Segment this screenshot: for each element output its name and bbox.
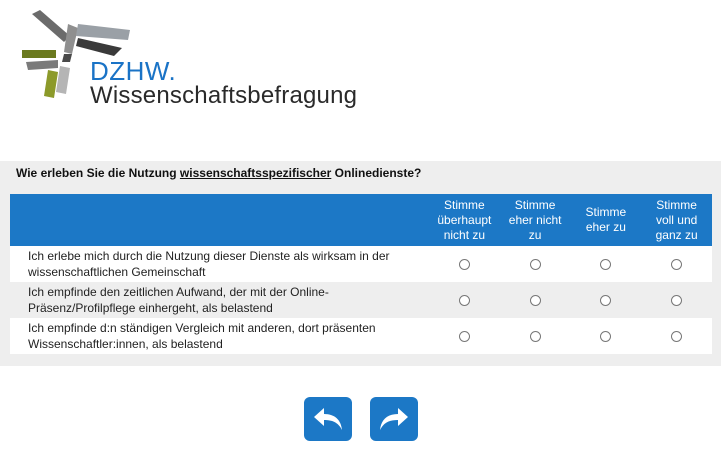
matrix-row: Ich erlebe mich durch die Nutzung dieser… (10, 246, 712, 282)
radio-button[interactable] (458, 330, 470, 342)
column-header: Stimme überhaupt nicht zu (437, 197, 492, 242)
logo: DZHW. Wissenschaftsbefragung (18, 10, 357, 110)
radio-button[interactable] (671, 258, 683, 270)
item-label: Ich empfinde den zeitlichen Aufwand, der… (28, 285, 329, 315)
arrow-back-icon (314, 408, 342, 430)
radio-button[interactable] (671, 330, 683, 342)
radio-button[interactable] (458, 258, 470, 270)
question-text: Wie erleben Sie die Nutzung wissenschaft… (16, 166, 421, 180)
logo-subtitle: Wissenschaftsbefragung (90, 82, 358, 109)
radio-button[interactable] (458, 294, 470, 306)
radio-button[interactable] (600, 258, 612, 270)
item-label: Ich erlebe mich durch die Nutzung dieser… (28, 249, 390, 279)
radio-button[interactable] (529, 258, 541, 270)
back-button[interactable] (304, 397, 352, 441)
column-header: Stimme voll und ganz zu (655, 197, 698, 242)
question-text-after: Onlinedienste? (331, 166, 422, 180)
radio-button[interactable] (671, 294, 683, 306)
survey-panel: Wie erleben Sie die Nutzung wissenschaft… (0, 161, 721, 366)
radio-button[interactable] (529, 330, 541, 342)
radio-button[interactable] (600, 294, 612, 306)
matrix-header: Stimme überhaupt nicht zu Stimme eher ni… (10, 194, 712, 246)
column-header: Stimme eher zu (585, 205, 627, 234)
next-button[interactable] (370, 397, 418, 441)
arrow-forward-icon (380, 408, 408, 430)
radio-button[interactable] (529, 294, 541, 306)
matrix-row: Ich empfinde d:n ständigen Vergleich mit… (10, 318, 712, 354)
item-label: Ich empfinde d:n ständigen Vergleich mit… (28, 321, 376, 351)
answer-matrix: Stimme überhaupt nicht zu Stimme eher ni… (10, 194, 712, 354)
matrix-row: Ich empfinde den zeitlichen Aufwand, der… (10, 282, 712, 318)
question-text-before: Wie erleben Sie die Nutzung (16, 166, 180, 180)
question-text-underlined: wissenschaftsspezifischer (179, 166, 332, 180)
radio-button[interactable] (600, 330, 612, 342)
column-header: Stimme eher nicht zu (508, 197, 562, 242)
